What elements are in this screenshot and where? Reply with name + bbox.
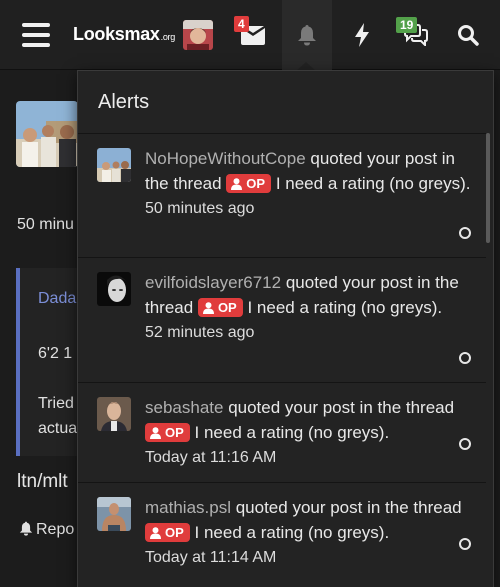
conversations-count-badge: 19 bbox=[396, 17, 418, 33]
alert-time: 50 minutes ago bbox=[145, 200, 255, 217]
alerts-dropdown: Alerts NoHopeWithoutCope quoted your pos… bbox=[77, 70, 494, 587]
user-avatar[interactable] bbox=[183, 20, 213, 50]
bell-icon bbox=[298, 25, 316, 46]
alert-item[interactable]: NoHopeWithoutCope quoted your post in th… bbox=[78, 133, 486, 257]
report-label: Repo bbox=[36, 521, 75, 538]
alert-content: mathias.psl quoted your post in the thre… bbox=[145, 495, 475, 570]
avatar[interactable] bbox=[97, 397, 131, 431]
search-button[interactable] bbox=[444, 0, 492, 70]
inbox-count-badge: 4 bbox=[234, 16, 249, 32]
op-badge-label: OP bbox=[165, 425, 184, 440]
alert-thread-link[interactable]: I need a rating (no greys). bbox=[247, 298, 442, 317]
avatar[interactable] bbox=[97, 148, 131, 182]
alert-item[interactable]: mathias.psl quoted your post in the thre… bbox=[78, 482, 486, 582]
op-badge: OP bbox=[145, 523, 190, 542]
user-icon bbox=[231, 178, 243, 190]
post-text-line: 6'2 1 bbox=[38, 345, 73, 362]
alert-item[interactable]: sebashate quoted your post in the thread… bbox=[78, 382, 486, 482]
post-image[interactable] bbox=[16, 101, 78, 167]
conversations-button[interactable]: 19 bbox=[390, 0, 438, 70]
op-badge: OP bbox=[226, 174, 272, 193]
top-navigation-bar: Looksmax.org 4 19 bbox=[0, 0, 500, 70]
alerts-list: NoHopeWithoutCope quoted your post in th… bbox=[78, 133, 486, 582]
logo-suffix: .org bbox=[160, 32, 176, 42]
alert-content: NoHopeWithoutCope quoted your post in th… bbox=[145, 146, 475, 221]
op-badge: OP bbox=[145, 423, 190, 442]
whats-new-button[interactable] bbox=[338, 0, 386, 70]
alert-username[interactable]: sebashate bbox=[145, 398, 223, 417]
alerts-button[interactable] bbox=[282, 0, 332, 70]
alert-item[interactable]: evilfoidslayer6712 quoted your post in t… bbox=[78, 257, 486, 382]
avatar[interactable] bbox=[97, 272, 131, 306]
post-text-line: Tried bbox=[38, 395, 74, 412]
mark-read-toggle[interactable] bbox=[459, 227, 471, 239]
hamburger-icon[interactable] bbox=[22, 23, 50, 47]
alert-content: evilfoidslayer6712 quoted your post in t… bbox=[145, 270, 475, 345]
logo-text: Looksmax bbox=[73, 24, 160, 44]
post-text-line: ltn/mlt bbox=[17, 471, 68, 492]
op-badge-label: OP bbox=[165, 525, 184, 540]
lightning-icon bbox=[355, 23, 369, 47]
user-icon bbox=[150, 527, 161, 539]
op-badge: OP bbox=[197, 298, 243, 317]
alerts-scrollbar[interactable] bbox=[486, 133, 490, 243]
alert-action: quoted your post in the thread bbox=[228, 398, 455, 417]
user-icon bbox=[202, 302, 214, 314]
site-logo[interactable]: Looksmax.org bbox=[73, 24, 175, 45]
alert-username[interactable]: mathias.psl bbox=[145, 498, 231, 517]
alert-time: Today at 11:14 AM bbox=[145, 549, 277, 566]
alert-username[interactable]: evilfoidslayer6712 bbox=[145, 273, 281, 292]
user-icon bbox=[150, 427, 161, 439]
bell-icon bbox=[19, 521, 33, 536]
alert-action: quoted your post in the thread bbox=[235, 498, 462, 517]
quote-author-link[interactable]: Dada bbox=[38, 290, 76, 308]
inbox-button[interactable]: 4 bbox=[232, 0, 280, 70]
mark-read-toggle[interactable] bbox=[459, 438, 471, 450]
alert-time: Today at 11:16 AM bbox=[145, 449, 277, 466]
mark-read-toggle[interactable] bbox=[459, 538, 471, 550]
alert-content: sebashate quoted your post in the thread… bbox=[145, 395, 475, 470]
alert-time: 52 minutes ago bbox=[145, 324, 255, 341]
mark-read-toggle[interactable] bbox=[459, 352, 471, 364]
report-button[interactable]: Repo bbox=[19, 521, 74, 539]
avatar[interactable] bbox=[97, 497, 131, 531]
alert-username[interactable]: NoHopeWithoutCope bbox=[145, 149, 306, 168]
search-icon bbox=[458, 25, 479, 46]
op-badge-label: OP bbox=[217, 300, 237, 315]
post-text-line: actua bbox=[38, 420, 78, 437]
alert-thread-link[interactable]: I need a rating (no greys). bbox=[195, 523, 390, 542]
op-badge-label: OP bbox=[246, 176, 266, 191]
alerts-title: Alerts bbox=[98, 91, 150, 113]
alert-thread-link[interactable]: I need a rating (no greys). bbox=[195, 423, 390, 442]
post-timestamp[interactable]: 50 minu bbox=[17, 216, 74, 234]
alert-thread-link[interactable]: I need a rating (no greys). bbox=[276, 174, 471, 193]
